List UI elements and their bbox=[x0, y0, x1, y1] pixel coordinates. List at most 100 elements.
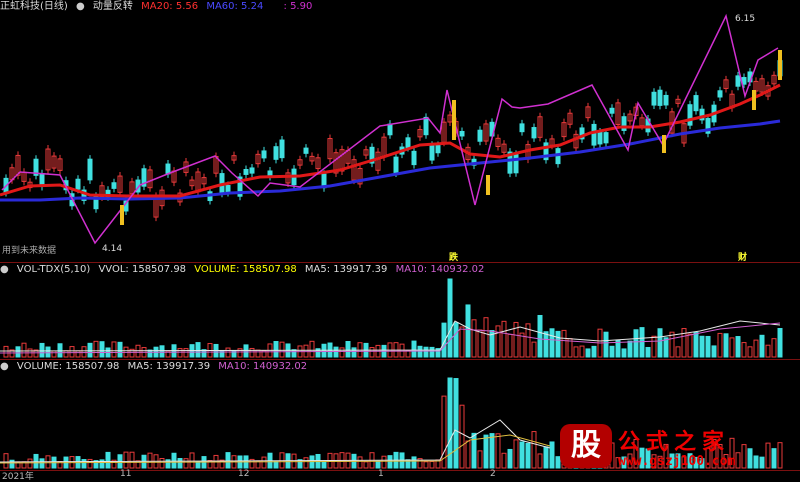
volume-bar bbox=[309, 340, 315, 358]
time-axis-label: 11 bbox=[120, 469, 132, 479]
candle-body bbox=[393, 156, 399, 174]
vol-tdx-chart[interactable] bbox=[0, 263, 800, 359]
signal-candle bbox=[662, 135, 666, 153]
volume-bar bbox=[171, 452, 177, 469]
volume-bar bbox=[63, 350, 69, 358]
time-axis-label: 1 bbox=[378, 469, 384, 479]
candle-body bbox=[75, 178, 81, 190]
volume-bar bbox=[429, 461, 435, 469]
candle-body bbox=[477, 129, 483, 142]
volume-bar bbox=[471, 432, 477, 469]
candle-body bbox=[651, 91, 657, 106]
volume-bar bbox=[489, 433, 495, 469]
volume-bar bbox=[243, 344, 249, 358]
volume-bar bbox=[633, 329, 639, 358]
volume-bar bbox=[765, 344, 771, 358]
signal-candle bbox=[486, 175, 490, 195]
volume-bar bbox=[111, 341, 117, 358]
candle-body bbox=[735, 75, 741, 87]
volume-bar bbox=[21, 342, 27, 358]
volume-bar bbox=[357, 456, 363, 469]
volume-bar bbox=[579, 345, 585, 358]
vol-tdx-panel[interactable]: ● VOL-TDX(5,10) VVOL: 158507.98 VOLUME: … bbox=[0, 263, 800, 359]
volume-bar bbox=[591, 345, 597, 358]
volume-bar bbox=[711, 345, 717, 358]
signal-candle bbox=[778, 50, 782, 80]
volume-bar bbox=[225, 347, 231, 358]
volume-bar bbox=[513, 439, 519, 469]
volume-bar bbox=[483, 434, 489, 469]
volume-bar bbox=[585, 348, 591, 358]
time-axis-label: 12 bbox=[238, 469, 250, 479]
volume-bar bbox=[741, 342, 747, 358]
logo-stamp: 股 bbox=[560, 424, 612, 468]
volume-bar bbox=[519, 441, 525, 469]
volume-bar bbox=[525, 442, 531, 469]
volume-bar bbox=[453, 322, 459, 358]
volume-bar bbox=[225, 452, 231, 469]
volume-bar bbox=[87, 458, 93, 469]
candle-body bbox=[603, 132, 609, 144]
signal-candle bbox=[752, 90, 756, 110]
candle-body bbox=[303, 147, 309, 154]
candle-body bbox=[273, 146, 279, 160]
volume-bar bbox=[537, 453, 543, 469]
volume-bar bbox=[675, 346, 681, 358]
volume-bar bbox=[483, 317, 489, 358]
volume-bar bbox=[81, 459, 87, 469]
volume-bar bbox=[561, 329, 567, 358]
volume-bar bbox=[447, 278, 453, 358]
time-axis-label: 2 bbox=[490, 469, 496, 479]
candle-body bbox=[531, 127, 537, 139]
volume-bar bbox=[501, 320, 507, 358]
volume-bar bbox=[477, 329, 483, 358]
low-price-marker: 4.14 bbox=[102, 244, 123, 254]
volume-bar bbox=[471, 319, 477, 358]
volume-bar bbox=[753, 339, 759, 358]
volume-bar bbox=[93, 340, 99, 358]
high-price-marker: 6.15 bbox=[735, 14, 756, 24]
volume-bar bbox=[189, 452, 195, 469]
candle-body bbox=[405, 137, 411, 148]
future-data-note: 用到未来数据 bbox=[2, 246, 57, 256]
volume-bar bbox=[147, 452, 153, 469]
signal-candle bbox=[120, 205, 124, 225]
volume-bar bbox=[177, 457, 183, 469]
volume-bar bbox=[27, 458, 33, 469]
volume-bar bbox=[573, 346, 579, 358]
ma10-line bbox=[0, 434, 551, 464]
volume-bar bbox=[495, 433, 501, 469]
candle-body bbox=[165, 163, 171, 175]
volume-bar bbox=[549, 328, 555, 358]
candle-body bbox=[513, 153, 519, 174]
volume-bar bbox=[735, 336, 741, 358]
volume-bar bbox=[543, 331, 549, 358]
candle-body bbox=[225, 185, 231, 194]
candle-body bbox=[519, 123, 525, 133]
candle-body bbox=[591, 123, 597, 146]
volume-bar bbox=[273, 341, 279, 358]
volume-bar bbox=[501, 452, 507, 469]
volume-bar bbox=[321, 461, 327, 469]
volume-bar bbox=[333, 346, 339, 358]
price-panel[interactable]: 正虹科技(日线) ● 动量反转 MA20: 5.56 MA60: 5.24 : … bbox=[0, 0, 800, 263]
candle-body bbox=[111, 182, 117, 189]
candle-body bbox=[261, 150, 267, 159]
price-chart[interactable] bbox=[0, 0, 800, 262]
volume-bar bbox=[693, 331, 699, 358]
volume-bar bbox=[183, 458, 189, 469]
candle-body bbox=[279, 139, 285, 159]
volume-bar bbox=[375, 460, 381, 469]
candle-body bbox=[687, 104, 693, 126]
candle-body bbox=[693, 95, 699, 112]
volume-bar bbox=[465, 304, 471, 358]
candle-body bbox=[597, 131, 603, 145]
volume-bar bbox=[273, 460, 279, 469]
volume-bar bbox=[747, 346, 753, 358]
volume-bar bbox=[87, 342, 93, 358]
volume-bar bbox=[45, 346, 51, 358]
volume-bar bbox=[75, 350, 81, 358]
candle-body bbox=[717, 90, 723, 98]
volume-bar bbox=[609, 345, 615, 358]
volume-bar bbox=[669, 331, 675, 358]
